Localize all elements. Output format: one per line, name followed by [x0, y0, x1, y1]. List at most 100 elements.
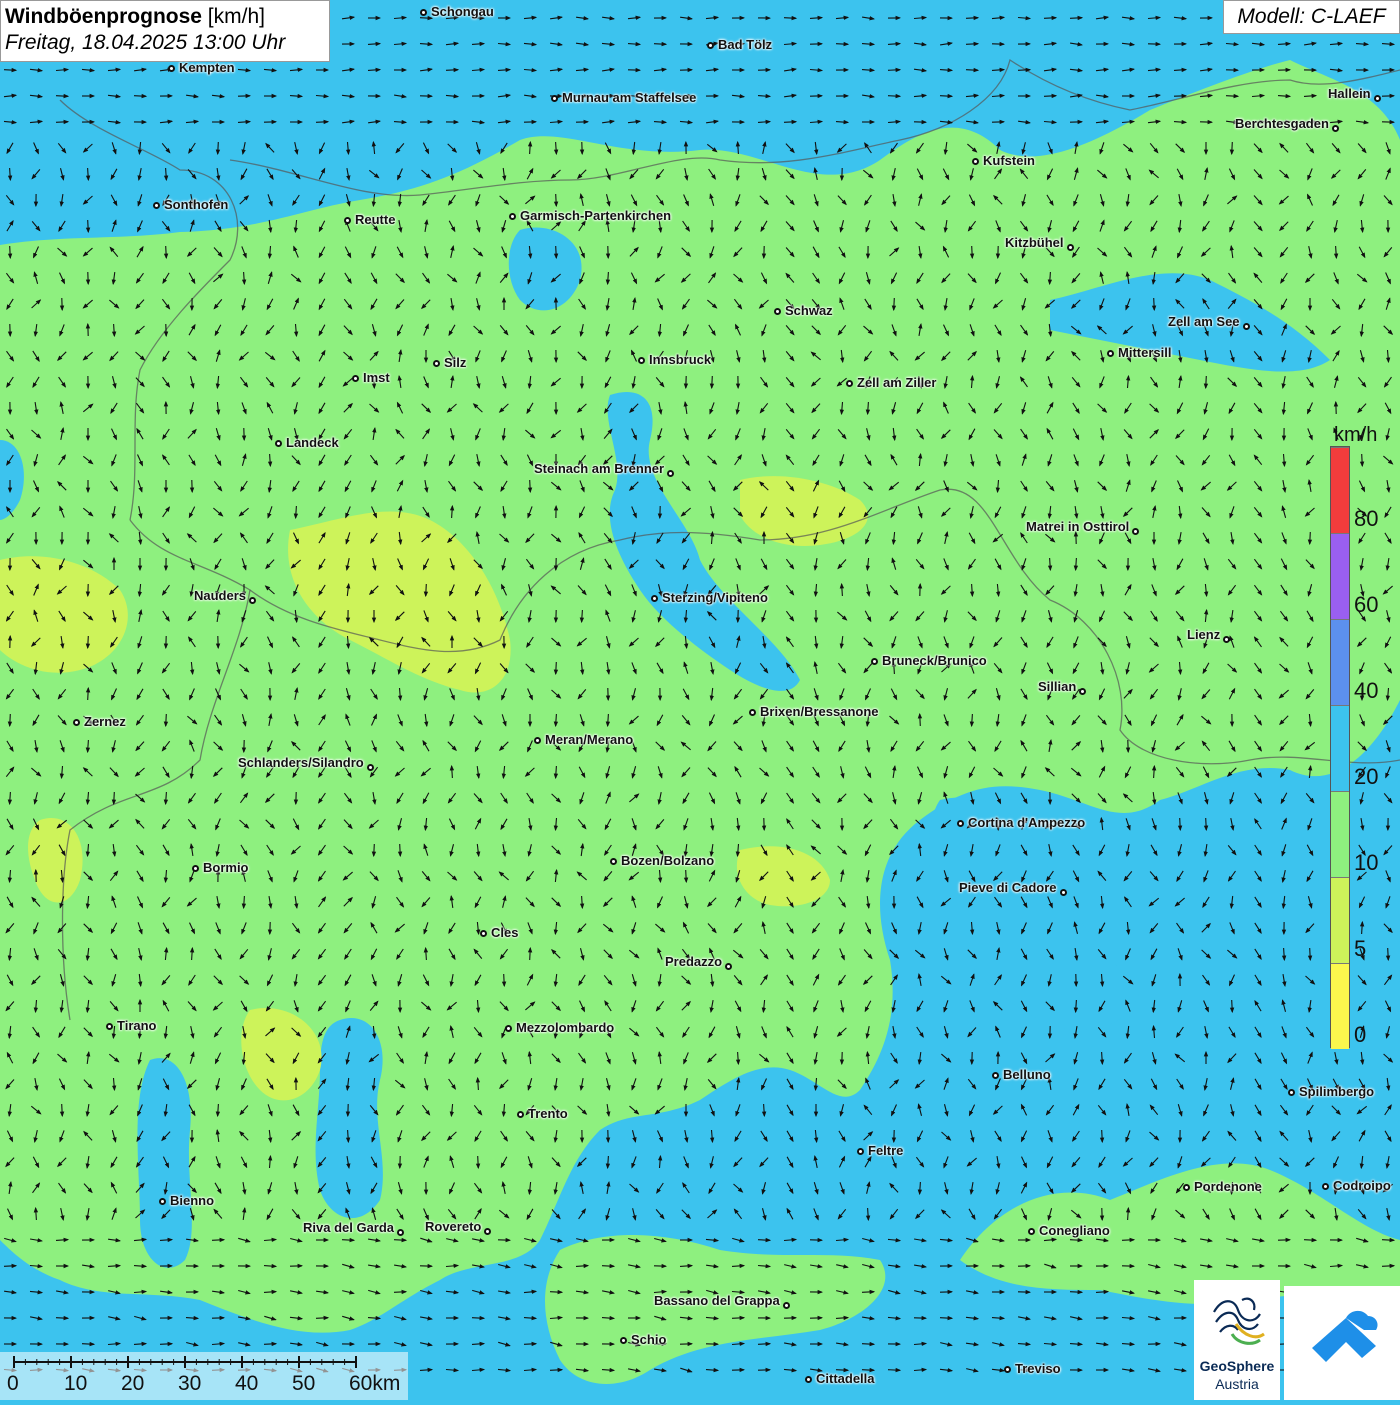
city-marker-reutte: [344, 217, 351, 224]
city-label-bruneck-brunico: Bruneck/Brunico: [882, 654, 987, 668]
scale-bar: 0102030405060km: [0, 1352, 408, 1400]
wind-arrow: [4, 70, 16, 71]
geosphere-logo: GeoSphere Austria: [1194, 1280, 1280, 1400]
city-marker-steinach-am-brenner: [667, 470, 674, 477]
city-label-conegliano: Conegliano: [1039, 1224, 1110, 1238]
city-marker-cittadella: [805, 1376, 812, 1383]
wind-arrow: [1154, 298, 1155, 310]
city-label-bassano-del-grappa: Bassano del Grappa: [654, 1294, 780, 1308]
city-marker-zell-am-see: [1243, 323, 1250, 330]
city-label-schwaz: Schwaz: [785, 304, 833, 318]
city-label-mezzolombardo: Mezzolombardo: [516, 1021, 614, 1035]
scale-label: 0: [7, 1372, 19, 1396]
wind-arrow: [218, 142, 219, 154]
city-marker-belluno: [992, 1072, 999, 1079]
wind-arrow: [374, 844, 375, 856]
scale-label: 20: [121, 1372, 144, 1396]
city-label-schongau: Schongau: [431, 5, 494, 19]
city-marker-garmisch-partenkirchen: [509, 213, 516, 220]
city-marker-conegliano: [1028, 1228, 1035, 1235]
city-marker-brixen-bressanone: [749, 709, 756, 716]
wind-arrow: [1232, 142, 1233, 154]
wind-arrow: [394, 1240, 406, 1241]
wind-arrow: [264, 1344, 276, 1345]
city-label-treviso: Treviso: [1015, 1362, 1061, 1376]
city-label-rovereto: Rovereto: [425, 1220, 481, 1234]
city-marker-silz: [433, 360, 440, 367]
city-label-zell-am-see: Zell am See: [1168, 315, 1240, 329]
city-marker-mittersill: [1107, 350, 1114, 357]
legend-swatch: [1331, 447, 1349, 533]
scale-label: 60km: [349, 1372, 400, 1396]
city-marker-matrei-in-osttirol: [1132, 528, 1139, 535]
city-marker-sonthofen: [153, 202, 160, 209]
city-label-murnau-am-staffelsee: Murnau am Staffelsee: [562, 91, 696, 105]
city-marker-tirano: [106, 1023, 113, 1030]
wind-arrow: [82, 1344, 94, 1345]
city-label-berchtesgaden: Berchtesgaden: [1235, 117, 1329, 131]
wind-arrow: [88, 688, 89, 700]
wind-arrow: [550, 1292, 562, 1293]
wind-arrow: [400, 844, 401, 856]
wind-arrow: [888, 96, 900, 97]
wind-arrow: [1122, 1240, 1134, 1241]
legend-swatch: [1331, 705, 1349, 791]
city-label-bienno: Bienno: [170, 1194, 214, 1208]
city-marker-zell-am-ziller: [846, 380, 853, 387]
gust-zone-20-40: [138, 1058, 192, 1268]
scale-label: 40: [235, 1372, 258, 1396]
city-label-belluno: Belluno: [1003, 1068, 1051, 1082]
wind-arrow: [10, 246, 11, 258]
wind-arrow: [1044, 18, 1056, 19]
scale-label: 30: [178, 1372, 201, 1396]
wind-arrow: [88, 636, 89, 648]
city-label-kitzb-hel: Kitzbühel: [1005, 236, 1064, 250]
city-label-meran-merano: Meran/Merano: [545, 733, 633, 747]
legend-label: 40: [1354, 678, 1378, 704]
city-marker-schio: [620, 1337, 627, 1344]
city-marker-spilimbergo: [1288, 1089, 1295, 1096]
city-marker-zernez: [73, 719, 80, 726]
city-marker-schwaz: [774, 308, 781, 315]
city-label-imst: Imst: [363, 371, 390, 385]
city-marker-sillian: [1079, 688, 1086, 695]
wind-arrow: [556, 194, 557, 206]
city-marker-riva-del-garda: [397, 1229, 404, 1236]
geosphere-logo-line2: Austria: [1194, 1376, 1280, 1392]
city-marker-nauders: [249, 597, 256, 604]
weather-app-arrow-icon: [1284, 1286, 1400, 1400]
city-marker-treviso: [1004, 1366, 1011, 1373]
wind-arrow: [1044, 96, 1056, 97]
city-marker-pieve-di-cadore: [1060, 889, 1067, 896]
wind-arrow: [1180, 818, 1181, 830]
wind-arrow: [758, 1344, 770, 1345]
city-marker-bad-t-lz: [707, 42, 714, 49]
geosphere-emblem-icon: [1194, 1280, 1280, 1356]
wind-arrow: [556, 662, 557, 674]
city-label-matrei-in-osttirol: Matrei in Osttirol: [1026, 520, 1129, 534]
city-label-lienz: Lienz: [1187, 628, 1220, 642]
wind-arrow: [556, 246, 557, 258]
wind-arrow: [530, 948, 531, 960]
wind-arrow: [1232, 1000, 1233, 1012]
legend-swatch: [1331, 533, 1349, 619]
city-marker-bozen-bolzano: [610, 858, 617, 865]
city-marker-trento: [517, 1111, 524, 1118]
wind-arrow: [862, 1344, 874, 1345]
city-marker-predazzo: [725, 963, 732, 970]
legend-label: 0: [1354, 1022, 1366, 1048]
wind-arrow: [1102, 1130, 1103, 1142]
city-label-schlanders-silandro: Schlanders/Silandro: [238, 756, 364, 770]
wind-arrow: [426, 584, 427, 596]
city-label-sonthofen: Sonthofen: [164, 198, 228, 212]
wind-arrow: [686, 870, 687, 882]
city-label-brixen-bressanone: Brixen/Bressanone: [760, 705, 879, 719]
wind-arrow: [160, 1344, 172, 1345]
wind-arrow: [56, 1318, 68, 1319]
legend-swatch: [1331, 877, 1349, 963]
wind-arrow: [654, 44, 666, 45]
wind-arrow: [478, 1156, 479, 1168]
legend-label: 5: [1354, 936, 1366, 962]
city-marker-kufstein: [972, 158, 979, 165]
city-label-cortina-d-ampezzo: Cortina d'Ampezzo: [968, 816, 1085, 830]
